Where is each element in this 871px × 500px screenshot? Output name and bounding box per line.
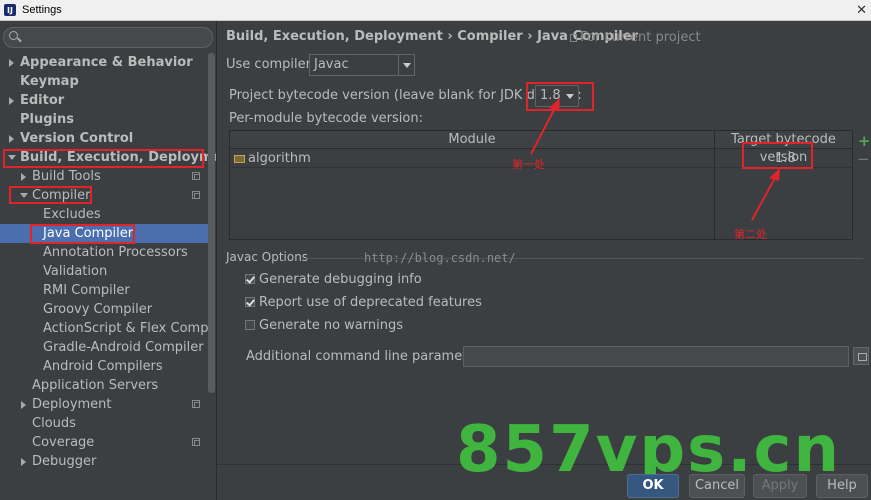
sidebar-item-label: Android Compilers <box>43 359 163 374</box>
project-scope-icon <box>570 34 577 42</box>
params-label: Additional command line parameters: <box>246 349 492 364</box>
highlight-box-target-version <box>742 142 813 169</box>
sidebar-item-debugger[interactable]: Debugger <box>0 452 210 471</box>
project-scope-icon <box>192 400 200 408</box>
sidebar-item-rmi-compiler[interactable]: RMI Compiler <box>0 281 210 300</box>
module-name-cell: algorithm <box>248 151 311 166</box>
sidebar-item-actionscript-flex[interactable]: ActionScript & Flex Compi... <box>0 319 216 338</box>
blog-watermark: http://blog.csdn.net/ <box>364 251 516 265</box>
sidebar-item-label: Application Servers <box>32 378 159 393</box>
sidebar-item-label: Build Tools <box>32 169 101 184</box>
title-bar: IJ Settings ✕ <box>0 0 871 21</box>
use-compiler-label: Use compiler: <box>226 57 316 72</box>
use-compiler-select[interactable]: Javac <box>309 54 415 76</box>
search-icon <box>9 31 18 40</box>
sidebar-item-version-control[interactable]: Version Control <box>0 129 210 148</box>
no-warnings-label: Generate no warnings <box>259 318 404 333</box>
no-warnings-checkbox[interactable] <box>245 320 255 330</box>
sidebar-item-label: Clouds <box>32 416 76 431</box>
chevron-right-icon[interactable] <box>21 401 26 409</box>
sidebar-item-application-servers[interactable]: Application Servers <box>0 376 210 395</box>
apply-button[interactable]: Apply <box>753 474 807 498</box>
debug-info-checkbox[interactable] <box>245 274 255 284</box>
chevron-right-icon[interactable] <box>21 173 26 181</box>
highlight-box-bytecode <box>526 82 594 111</box>
chevron-right-icon[interactable] <box>21 458 26 466</box>
sidebar-item-label: Debugger <box>32 454 97 469</box>
chevron-right-icon[interactable] <box>9 135 14 143</box>
sidebar-item-label: Appearance & Behavior <box>20 55 193 70</box>
annotation-first: 第一处 <box>512 158 545 171</box>
per-module-label: Per-module bytecode version: <box>229 111 423 126</box>
sidebar-item-validation[interactable]: Validation <box>0 262 210 281</box>
sidebar-item-label: Coverage <box>32 435 95 450</box>
column-header-module[interactable]: Module <box>230 131 714 149</box>
params-input[interactable] <box>463 346 849 367</box>
sidebar-item-annotation-processors[interactable]: Annotation Processors <box>0 243 210 262</box>
close-icon[interactable]: ✕ <box>856 3 867 18</box>
chevron-down-icon <box>398 55 414 75</box>
sidebar-item-label: Version Control <box>20 131 134 146</box>
sidebar-item-clouds[interactable]: Clouds <box>0 414 210 433</box>
sidebar-item-label: Deployment <box>32 397 112 412</box>
sidebar-item-label: Groovy Compiler <box>43 302 153 317</box>
sidebar-item-label: Excludes <box>43 207 101 222</box>
app-icon: IJ <box>4 4 16 16</box>
search-input[interactable] <box>3 27 213 48</box>
window-title: Settings <box>22 4 62 16</box>
project-scope-icon <box>192 191 200 199</box>
javac-section-title: Javac Options <box>226 250 309 264</box>
sidebar-item-label: Validation <box>43 264 108 279</box>
module-folder-icon <box>234 155 245 163</box>
brand-watermark: 857vps.cn <box>456 413 842 487</box>
column-divider <box>714 131 715 239</box>
sidebar-item-label: ActionScript & Flex Compi... <box>43 321 217 336</box>
highlight-box-build <box>3 149 204 168</box>
settings-tree: Appearance & Behavior Keymap Editor Plug… <box>0 53 216 471</box>
sidebar-item-android-compilers[interactable]: Android Compilers <box>0 357 210 376</box>
highlight-box-compiler <box>9 186 92 204</box>
sidebar-item-label: Gradle-Android Compiler <box>43 340 204 355</box>
sidebar-item-groovy-compiler[interactable]: Groovy Compiler <box>0 300 210 319</box>
sidebar-item-label: Annotation Processors <box>43 245 188 260</box>
sidebar-item-excludes[interactable]: Excludes <box>0 205 210 224</box>
sidebar-scrollbar[interactable] <box>208 53 215 393</box>
sidebar-item-deployment[interactable]: Deployment <box>0 395 210 414</box>
sidebar-item-editor[interactable]: Editor <box>0 91 210 110</box>
expand-editor-icon[interactable] <box>853 347 869 365</box>
sidebar-item-label: Plugins <box>20 112 74 127</box>
sidebar-item-label: RMI Compiler <box>43 283 130 298</box>
deprecated-label: Report use of deprecated features <box>259 295 482 310</box>
sidebar-item-appearance[interactable]: Appearance & Behavior <box>0 53 210 72</box>
project-scope-icon <box>192 438 200 446</box>
settings-sidebar: Appearance & Behavior Keymap Editor Plug… <box>0 21 217 500</box>
project-scope-icon <box>192 172 200 180</box>
cancel-button[interactable]: Cancel <box>689 474 745 498</box>
deprecated-checkbox[interactable] <box>245 297 255 307</box>
remove-icon[interactable]: − <box>857 150 870 168</box>
add-icon[interactable]: + <box>858 132 871 150</box>
scope-note: For current project <box>580 30 701 45</box>
ok-button[interactable]: OK <box>627 474 679 498</box>
sidebar-item-gradle-android[interactable]: Gradle-Android Compiler <box>0 338 210 357</box>
sidebar-item-label: Keymap <box>20 74 79 89</box>
help-button[interactable]: Help <box>816 474 868 498</box>
sidebar-item-build-tools[interactable]: Build Tools <box>0 167 210 186</box>
chevron-right-icon[interactable] <box>9 97 14 105</box>
sidebar-item-keymap[interactable]: Keymap <box>0 72 210 91</box>
use-compiler-value: Javac <box>314 57 349 72</box>
sidebar-item-label: Editor <box>20 93 65 108</box>
chevron-right-icon[interactable] <box>9 59 14 67</box>
sidebar-item-coverage[interactable]: Coverage <box>0 433 210 452</box>
sidebar-item-plugins[interactable]: Plugins <box>0 110 210 129</box>
annotation-second: 第二处 <box>734 228 767 241</box>
highlight-box-java-compiler <box>30 224 135 244</box>
debug-info-label: Generate debugging info <box>259 272 422 287</box>
